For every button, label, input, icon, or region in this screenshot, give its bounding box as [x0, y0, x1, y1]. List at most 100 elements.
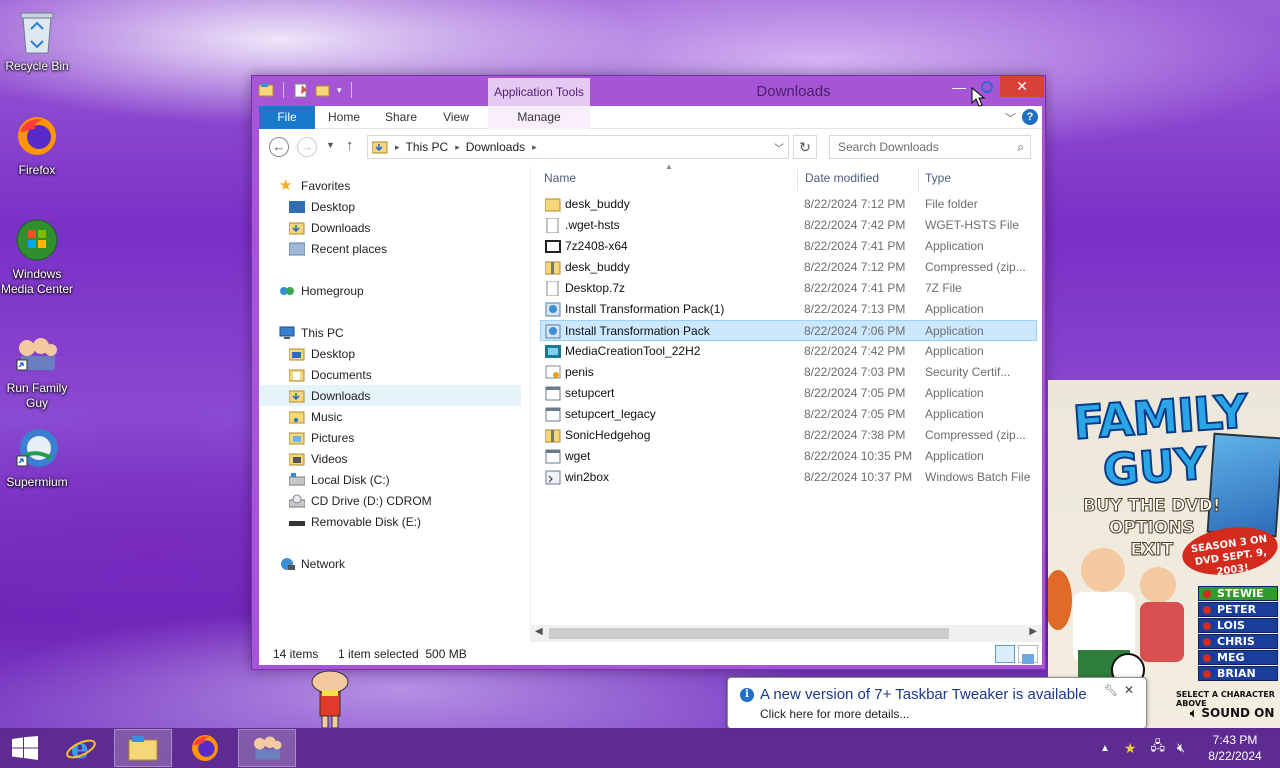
nav-fav-downloads[interactable]: Downloads	[289, 217, 370, 238]
horizontal-scrollbar[interactable]: ◀ ▶	[530, 625, 1042, 642]
file-row[interactable]: setupcert 8/22/2024 7:05 PM Application	[541, 383, 1036, 404]
file-type: Application	[925, 449, 984, 463]
taskbar-firefox[interactable]	[176, 729, 234, 767]
nav-pc-pictures[interactable]: Pictures	[289, 427, 354, 448]
up-arrow-icon[interactable]: ↑	[346, 137, 354, 154]
stewie-desk-buddy[interactable]	[306, 668, 354, 730]
buy-dvd-link[interactable]: BUY THE DVD!	[1082, 495, 1220, 517]
nav-favorites[interactable]: ★ Favorites	[279, 175, 350, 196]
taskbar: e ▲ ★ 🖧︎ 🔇︎ 7:43 PM 8/22/2024	[0, 728, 1280, 768]
refresh-button[interactable]: ↻	[793, 135, 817, 159]
file-row[interactable]: desk_buddy 8/22/2024 7:12 PM File folder	[541, 194, 1036, 215]
app-icon	[545, 386, 561, 401]
nav-pc-documents[interactable]: Documents	[289, 364, 372, 385]
desktop-icon-windows-media-center[interactable]: Windows Media Center	[0, 216, 74, 297]
back-button[interactable]: ←	[269, 137, 289, 157]
large-icons-view-button[interactable]	[1018, 645, 1038, 664]
expand-ribbon-chevron-icon[interactable]: ﹀	[1005, 110, 1016, 126]
nav-fav-desktop[interactable]: Desktop	[289, 196, 355, 217]
column-header-type[interactable]: Type	[925, 171, 951, 185]
nav-pc-downloads[interactable]: Downloads	[259, 385, 521, 406]
address-dropdown-chevron-icon[interactable]: ﹀	[774, 140, 784, 155]
show-hidden-icons-chevron-icon[interactable]: ▲	[1100, 743, 1110, 754]
taskbar-tweaker-notification[interactable]: i A new version of 7+ Taskbar Tweaker is…	[727, 677, 1147, 729]
network-tray-icon[interactable]: 🖧︎	[1150, 737, 1165, 759]
title-bar[interactable]: ▾ Application Tools Downloads — ✕	[252, 76, 1045, 106]
desktop-icon-recycle-bin[interactable]: Recycle Bin	[0, 8, 74, 74]
column-header-name[interactable]: Name	[544, 171, 576, 185]
wrench-icon[interactable]: 🔧︎	[1104, 684, 1118, 697]
file-row[interactable]: wget 8/22/2024 10:35 PM Application	[541, 446, 1036, 467]
address-bar[interactable]: ▸ This PC ▸ Downloads ▸ ﹀	[367, 135, 789, 159]
taskbar-clock[interactable]: 7:43 PM 8/22/2024	[1198, 732, 1272, 764]
scroll-right-icon[interactable]: ▶	[1029, 626, 1037, 637]
nav-this-pc[interactable]: This PC	[279, 322, 344, 343]
nav-pc-local-disk[interactable]: Local Disk (C:)	[289, 469, 390, 490]
family-guy-desk-buddy[interactable]: FAMILY GUY BUY THE DVD! OPTIONS EXIT SEA…	[1048, 380, 1280, 728]
file-row[interactable]: Desktop.7z 8/22/2024 7:41 PM 7Z File	[541, 278, 1036, 299]
file-row[interactable]: Install Transformation Pack(1) 8/22/2024 …	[541, 299, 1036, 320]
tab-file[interactable]: File	[259, 106, 315, 129]
file-name: setupcert	[565, 386, 615, 400]
desktop-icon-supermium[interactable]: Supermium	[0, 424, 74, 490]
scroll-left-icon[interactable]: ◀	[535, 626, 543, 637]
details-view-button[interactable]	[995, 645, 1015, 663]
character-meg[interactable]: MEG	[1198, 650, 1278, 665]
nav-pc-music[interactable]: Music	[289, 406, 342, 427]
nav-pc-removable-disk[interactable]: Removable Disk (E:)	[289, 511, 421, 532]
sound-toggle[interactable]: 🔈︎ SOUND ON	[1190, 706, 1274, 721]
nav-network[interactable]: Network	[279, 553, 345, 574]
scrollbar-thumb[interactable]	[549, 628, 949, 639]
file-name: SonicHedgehog	[565, 428, 651, 442]
volume-muted-icon[interactable]: 🔇︎	[1177, 740, 1185, 756]
tab-view[interactable]: View	[435, 106, 477, 129]
taskbar-file-explorer[interactable]	[114, 729, 172, 767]
file-row[interactable]: SonicHedgehog 8/22/2024 7:38 PM Compressed…	[541, 425, 1036, 446]
taskbar-family-guy[interactable]	[238, 729, 296, 767]
internet-explorer-icon: e	[66, 733, 96, 763]
character-brian[interactable]: BRIAN	[1198, 666, 1278, 681]
desktop-icon-firefox[interactable]: Firefox	[0, 112, 74, 178]
minimize-button[interactable]: —	[946, 76, 972, 97]
tab-share[interactable]: Share	[379, 106, 423, 129]
file-row[interactable]: desk_buddy 8/22/2024 7:12 PM Compressed (z…	[541, 257, 1036, 278]
character-lois[interactable]: LOIS	[1198, 618, 1278, 633]
recent-locations-chevron-icon[interactable]: ▼	[326, 140, 335, 150]
nav-pc-cd-drive[interactable]: CD Drive (D:) CDROM	[289, 490, 432, 511]
notification-details-link[interactable]: Click here for more details...	[760, 707, 909, 721]
column-header-date[interactable]: Date modified	[805, 171, 879, 185]
close-notification-icon[interactable]: ✕	[1124, 683, 1134, 697]
character-peter[interactable]: PETER	[1198, 602, 1278, 617]
help-icon[interactable]: ?	[1022, 109, 1038, 125]
breadcrumb-downloads[interactable]: Downloads	[466, 140, 525, 154]
character-stewie[interactable]: STEWIE	[1198, 586, 1278, 601]
file-row[interactable]: MediaCreationTool_22H2 8/22/2024 7:42 PM A…	[541, 341, 1036, 362]
nav-homegroup[interactable]: Homegroup	[279, 280, 364, 301]
file-row[interactable]: penis 8/22/2024 7:03 PM Security Certif...	[541, 362, 1036, 383]
close-button[interactable]: ✕	[1000, 76, 1044, 97]
file-row[interactable]: setupcert_legacy 8/22/2024 7:05 PM Applica…	[541, 404, 1036, 425]
taskbar-tweaker-tray-icon[interactable]: ★	[1124, 740, 1137, 757]
nav-pc-videos[interactable]: Videos	[289, 448, 347, 469]
cd-drive-icon	[289, 494, 305, 507]
file-row[interactable]: 7z2408-x64 8/22/2024 7:41 PM Application	[541, 236, 1036, 257]
tab-home[interactable]: Home	[321, 106, 367, 129]
search-input[interactable]: Search Downloads ⌕	[829, 135, 1031, 159]
file-name: setupcert_legacy	[565, 407, 656, 421]
column-separator[interactable]	[918, 169, 919, 191]
character-chris[interactable]: CHRIS	[1198, 634, 1278, 649]
file-row[interactable]: win2box 8/22/2024 10:37 PM Windows Batch F…	[541, 467, 1036, 488]
forward-button[interactable]: →	[297, 137, 317, 157]
breadcrumb-this-pc[interactable]: This PC	[406, 140, 449, 154]
start-button[interactable]	[0, 729, 50, 767]
documents-folder-icon	[289, 369, 305, 381]
file-row[interactable]: .wget-hsts 8/22/2024 7:42 PM WGET-HSTS Fil…	[541, 215, 1036, 236]
desktop-icon-run-family-guy[interactable]: Run Family Guy	[0, 330, 74, 411]
nav-fav-recent-places[interactable]: Recent places	[289, 238, 387, 259]
column-separator[interactable]	[797, 169, 798, 191]
file-type: 7Z File	[925, 281, 962, 295]
taskbar-internet-explorer[interactable]: e	[52, 729, 110, 767]
file-row[interactable]: Install Transformation Pack 8/22/2024 7:0…	[540, 320, 1037, 341]
nav-pc-desktop[interactable]: Desktop	[289, 343, 355, 364]
tab-manage[interactable]: Manage	[488, 106, 590, 129]
